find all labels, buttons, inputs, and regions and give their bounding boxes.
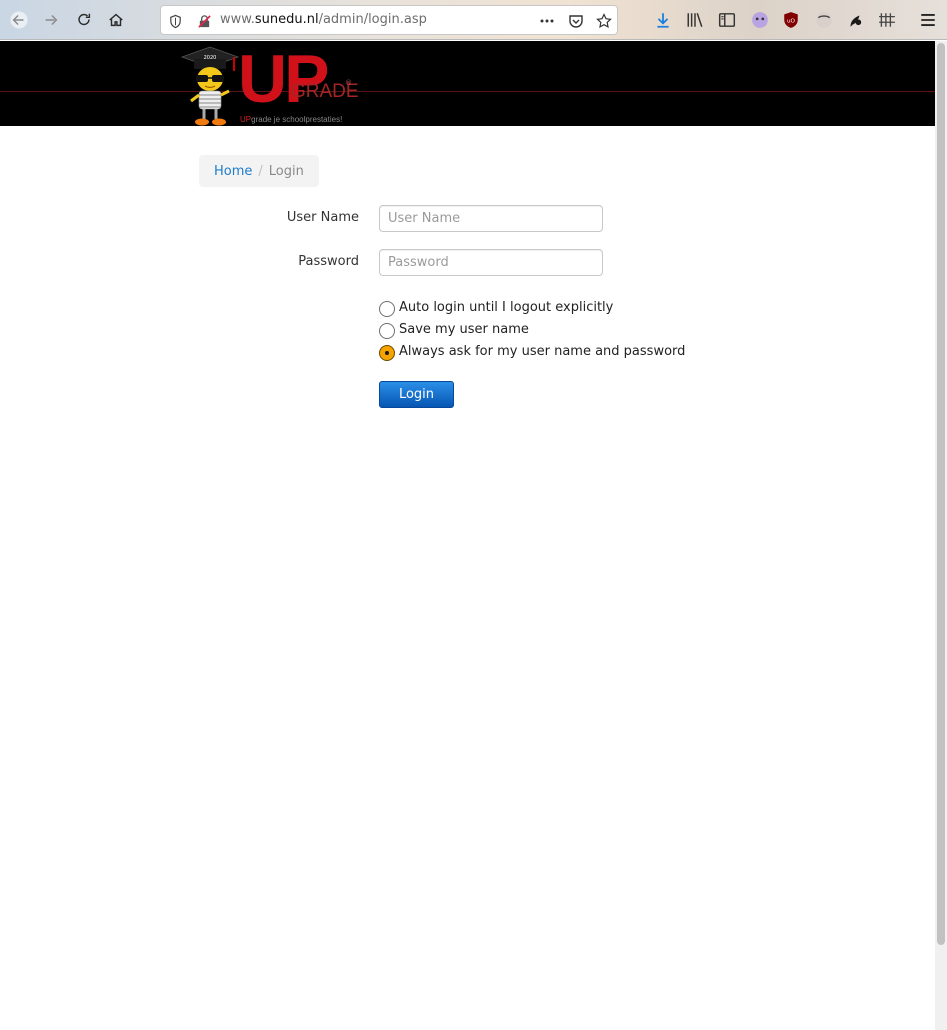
site-header: 2020 UP GRADE ® UPgrade je schoolprestat… xyxy=(0,41,935,126)
svg-text:uO: uO xyxy=(787,18,796,24)
radio-label: Always ask for my user name and password xyxy=(399,343,686,359)
logo[interactable]: 2020 UP GRADE ® UPgrade je schoolprestat… xyxy=(180,41,359,126)
url-text[interactable]: www.sunedu.nl/admin/login.asp xyxy=(220,12,427,27)
username-label: User Name xyxy=(286,210,359,225)
radio-button[interactable] xyxy=(379,323,395,339)
password-input[interactable] xyxy=(379,249,603,276)
back-icon[interactable] xyxy=(5,6,33,34)
library-icon[interactable] xyxy=(685,10,705,30)
browser-toolbar: www.sunedu.nl/admin/login.asp uO xyxy=(0,0,947,40)
username-input[interactable] xyxy=(379,205,603,232)
mascot-logo-icon: 2020 xyxy=(180,46,240,126)
sidebar-icon[interactable] xyxy=(717,10,737,30)
header-divider xyxy=(0,91,935,92)
svg-text:2020: 2020 xyxy=(204,55,217,61)
more-icon[interactable] xyxy=(538,12,556,30)
menu-icon[interactable] xyxy=(918,10,938,30)
logo-word: UP xyxy=(238,41,329,117)
logo-registered: ® xyxy=(345,79,352,87)
insecure-lock-icon[interactable] xyxy=(195,12,213,30)
breadcrumb-home-link[interactable]: Home xyxy=(214,164,252,179)
radio-label: Auto login until I logout explicitly xyxy=(399,299,614,315)
url-bar[interactable]: www.sunedu.nl/admin/login.asp xyxy=(160,5,618,35)
extension-icon[interactable] xyxy=(845,10,865,30)
forward-icon[interactable] xyxy=(37,6,65,34)
breadcrumb-current: Login xyxy=(268,163,304,179)
pocket-icon[interactable] xyxy=(567,12,585,30)
extension-icon[interactable] xyxy=(877,10,897,30)
breadcrumb: Home / Login xyxy=(199,155,319,187)
radio-button[interactable] xyxy=(379,301,395,317)
ublock-icon[interactable]: uO xyxy=(781,10,801,30)
radio-always-ask[interactable]: Always ask for my user name and password xyxy=(379,343,686,361)
scrollbar-thumb[interactable] xyxy=(937,43,945,945)
radio-save-username[interactable]: Save my user name xyxy=(379,321,529,339)
radio-auto-login[interactable]: Auto login until I logout explicitly xyxy=(379,299,614,317)
extension-icon[interactable] xyxy=(750,10,770,30)
page-scrollbar[interactable] xyxy=(935,41,947,1030)
extension-icon[interactable] xyxy=(814,10,834,30)
logo-tagline: UPgrade je schoolprestaties! xyxy=(240,115,343,124)
home-icon[interactable] xyxy=(102,6,130,34)
login-button[interactable]: Login xyxy=(379,381,454,408)
download-icon[interactable] xyxy=(653,10,673,30)
radio-button-checked[interactable] xyxy=(379,345,395,361)
radio-label: Save my user name xyxy=(399,321,529,337)
bookmark-star-icon[interactable] xyxy=(595,12,613,30)
reload-icon[interactable] xyxy=(70,6,98,34)
breadcrumb-separator: / xyxy=(258,163,263,179)
password-label: Password xyxy=(298,254,359,269)
shield-icon[interactable] xyxy=(166,12,184,30)
